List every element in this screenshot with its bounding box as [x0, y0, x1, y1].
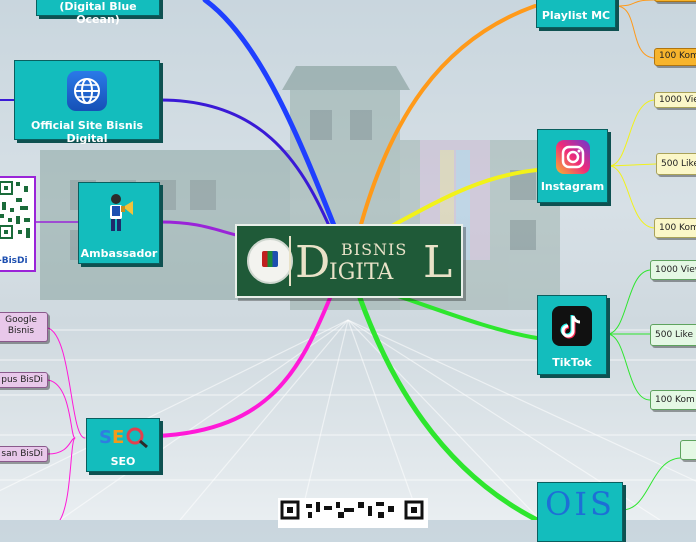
- link-seo: [156, 296, 332, 438]
- qr-code-icon: [0, 181, 30, 239]
- node-ois-label: OIS: [545, 485, 615, 523]
- node-ois[interactable]: OIS: [537, 482, 623, 542]
- link-blue-ocean: [202, 0, 338, 231]
- globe-icon: [67, 71, 107, 111]
- link-tiktok-leaves: [606, 269, 651, 401]
- svg-text:E: E: [112, 427, 124, 448]
- logo-letter-l: L: [423, 237, 453, 288]
- logo-word-bisnis: BISNIS: [341, 240, 408, 259]
- logo-divider: [289, 236, 291, 286]
- leaf-pesan-bisdi[interactable]: san BisDi: [0, 446, 48, 462]
- logo-letter-d: D: [295, 237, 331, 288]
- link-seo-leaves: [47, 327, 86, 520]
- instagram-icon: [555, 140, 590, 174]
- leaf-kampus-bisdi-label: pus BisDi: [1, 375, 43, 385]
- link-tiktok: [390, 292, 539, 340]
- person-megaphone-icon: [99, 191, 139, 231]
- leaf-ois-top: [680, 440, 696, 460]
- leaf-tiktok-1000-view[interactable]: 1000 View: [650, 260, 696, 280]
- node-ambassador[interactable]: Ambassador: [78, 182, 160, 264]
- node-tiktok-label: TikTok: [552, 356, 592, 369]
- leaf-playlist-top: [654, 0, 696, 2]
- node-seo[interactable]: S E SEO: [86, 418, 160, 472]
- node-playlist-mc-label: Playlist MC: [541, 9, 611, 22]
- leaf-tiktok-500-like[interactable]: 500 Like: [650, 324, 696, 346]
- svg-text:S: S: [99, 427, 112, 448]
- leaf-tiktok-500-like-label: 500 Like: [655, 330, 693, 340]
- leaf-instagram-500-like[interactable]: 500 Like: [656, 153, 696, 175]
- qr-code-bisdi[interactable]: -BisDi: [0, 176, 36, 272]
- node-digital-blue-ocean-label: (Digital Blue Ocean): [59, 0, 137, 26]
- qr-code-label: -BisDi: [0, 256, 28, 266]
- leaf-tiktok-100-kom[interactable]: 100 Kom: [650, 390, 696, 410]
- leaf-instagram-1000-view[interactable]: 1000 View: [654, 92, 696, 108]
- node-instagram-label: Instagram: [540, 180, 605, 193]
- leaf-instagram-100-kom-label: 100 Kom: [659, 223, 696, 233]
- link-official-site: [158, 98, 332, 230]
- leaf-instagram-500-like-label: 500 Like: [661, 159, 696, 169]
- leaf-google-bisnis[interactable]: Google Bisnis: [0, 312, 48, 342]
- logo-word-igital: IGITA: [329, 260, 394, 285]
- tiktok-icon: [552, 306, 592, 346]
- link-ois-leaves: [621, 457, 681, 511]
- node-official-site[interactable]: Official Site Bisnis Digital: [14, 60, 160, 145]
- leaf-tiktok-100-kom-label: 100 Kom: [655, 395, 695, 405]
- node-playlist-mc[interactable]: Playlist MC: [536, 0, 616, 28]
- leaf-kampus-bisdi[interactable]: pus BisDi: [0, 372, 48, 388]
- node-seo-label: SEO: [110, 455, 136, 468]
- node-digital-blue-ocean[interactable]: (Digital Blue Ocean): [36, 0, 160, 26]
- leaf-playlist-100-kom-label: 100 Kom: [659, 51, 696, 61]
- leaf-tiktok-1000-view-label: 1000 View: [655, 265, 696, 275]
- link-ambassador: [158, 220, 242, 238]
- leaf-instagram-100-kom[interactable]: 100 Kom: [654, 218, 696, 238]
- university-seal-icon: [247, 238, 293, 284]
- link-instagram-leaves: [608, 99, 657, 229]
- link-instagram: [386, 168, 539, 230]
- link-playlist-leaves: [615, 0, 655, 59]
- seo-magnifier-icon: S E: [97, 423, 153, 449]
- node-instagram[interactable]: Instagram: [537, 129, 608, 203]
- central-topic-bisnis-digital[interactable]: D BISNIS IGITA L: [235, 224, 463, 298]
- node-tiktok[interactable]: TikTok: [537, 295, 607, 375]
- leaf-pesan-bisdi-label: san BisDi: [1, 449, 43, 459]
- node-official-site-label: Official Site Bisnis Digital: [30, 119, 144, 145]
- bottom-qr-code: [278, 498, 428, 528]
- leaf-google-bisnis-label: Google Bisnis: [5, 315, 37, 336]
- leaf-instagram-1000-view-label: 1000 View: [659, 95, 696, 105]
- node-ambassador-label: Ambassador: [80, 247, 158, 260]
- leaf-playlist-100-kom[interactable]: 100 Kom: [654, 48, 696, 66]
